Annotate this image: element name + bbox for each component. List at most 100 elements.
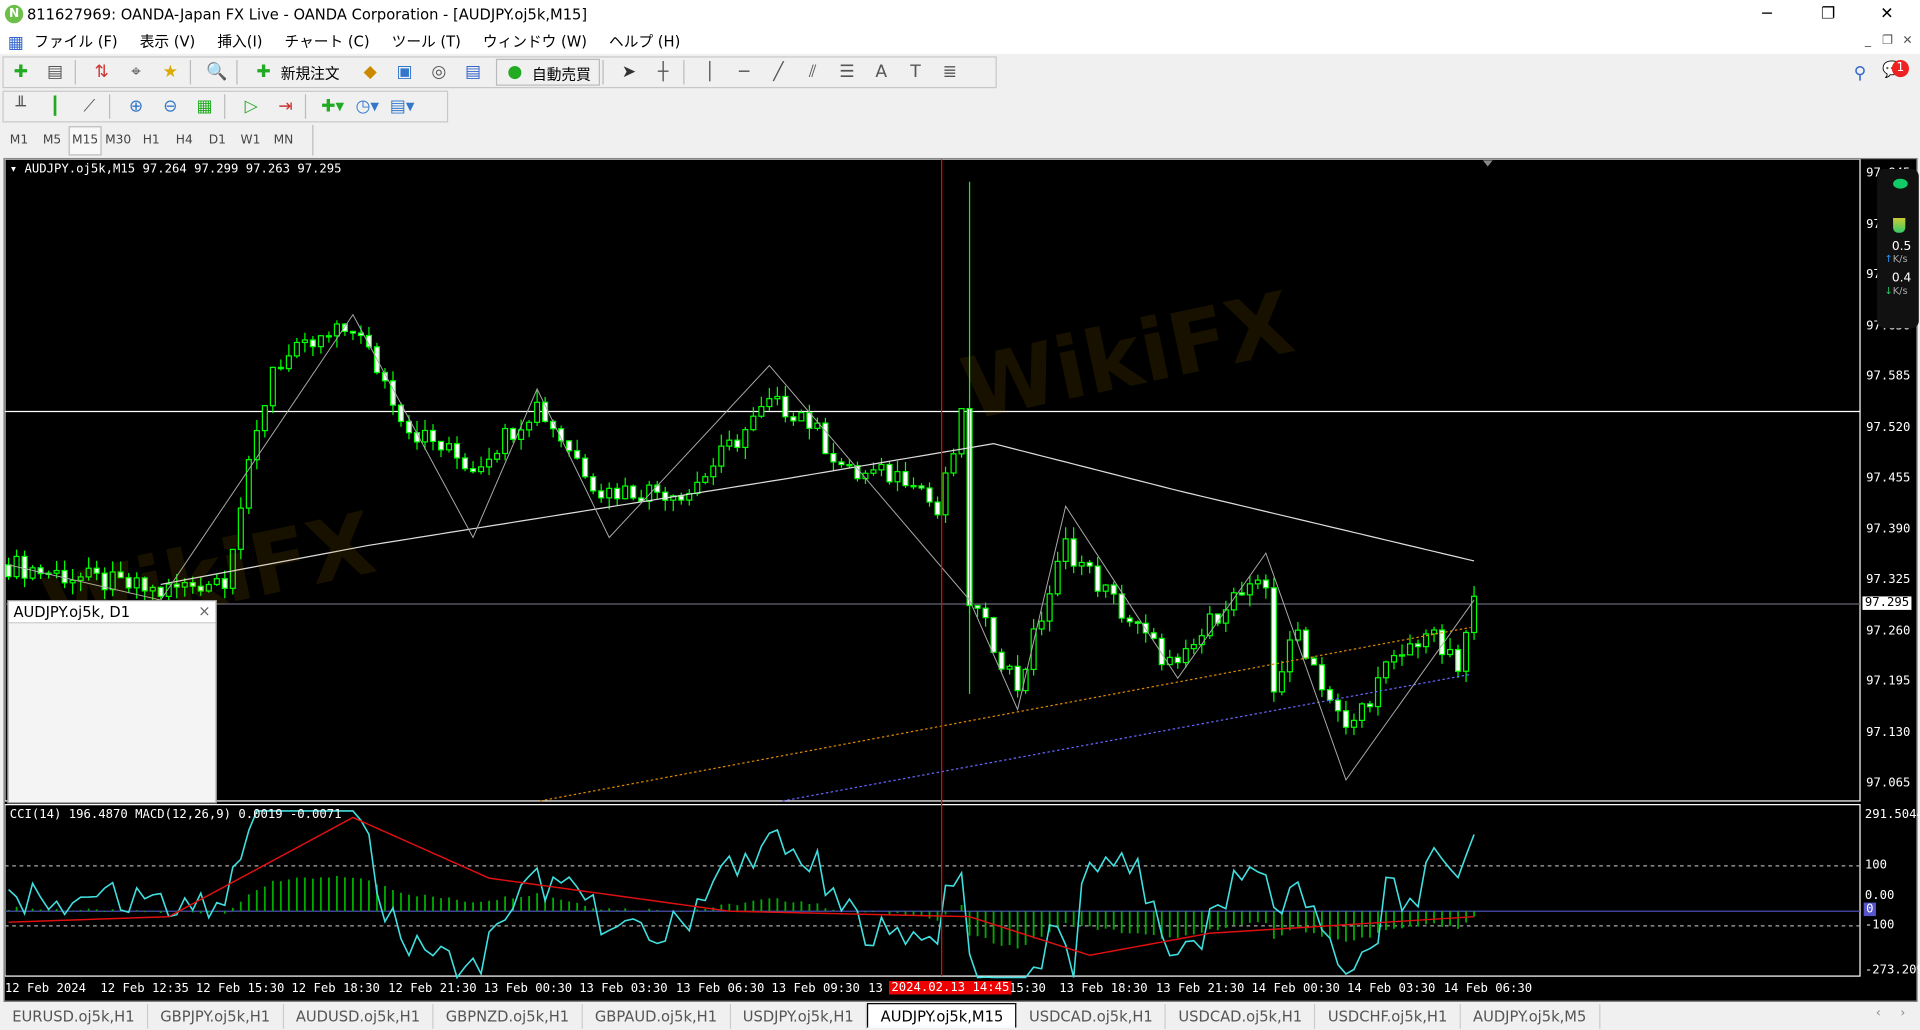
candle-body: [526, 421, 533, 431]
cci-line: [8, 810, 1475, 980]
chart-tab[interactable]: EURUSD.oj5k,H1: [0, 1004, 149, 1029]
child-minimize-button[interactable]: _: [1865, 29, 1871, 53]
chart-shift-icon[interactable]: ⇥: [275, 96, 297, 118]
tile-windows-icon[interactable]: ▦: [194, 96, 216, 118]
timeframe-m30[interactable]: M30: [102, 127, 135, 154]
child-close-button[interactable]: ✕: [1902, 29, 1912, 53]
search-icon[interactable]: ⚲: [1849, 62, 1871, 84]
candle-body: [958, 407, 965, 455]
download-unit: K/s: [1892, 285, 1908, 297]
favorites-icon[interactable]: ★: [159, 61, 181, 83]
candle-body: [1318, 664, 1325, 691]
candle-body: [1262, 579, 1269, 589]
candle-body: [742, 429, 749, 449]
indicators-icon[interactable]: ✚▾: [321, 96, 344, 118]
timeframe-w1[interactable]: W1: [234, 127, 267, 154]
window-title: 811627969: OANDA-Japan FX Live - OANDA C…: [26, 6, 588, 24]
auto-trading-button[interactable]: ● 自動売買: [496, 58, 600, 86]
candle-body: [1022, 668, 1029, 692]
signals-icon[interactable]: ◎: [428, 61, 450, 83]
close-button[interactable]: ✕: [1859, 0, 1915, 29]
status-dot-icon: [1893, 178, 1908, 189]
fibonacci-icon[interactable]: ☰: [836, 61, 858, 83]
candlestick-icon[interactable]: ┃: [44, 96, 66, 118]
chart-tab[interactable]: GBPJPY.oj5k,H1: [148, 1004, 284, 1029]
chart-tab[interactable]: AUDJPY.oj5k,M5: [1461, 1004, 1600, 1029]
cursor-icon[interactable]: ➤: [618, 61, 640, 83]
candle-body: [1382, 661, 1390, 679]
bar-chart-icon[interactable]: ╨: [10, 96, 32, 118]
eraser-icon[interactable]: ◆: [359, 61, 381, 83]
chart-tab[interactable]: GBPAUD.oj5k,H1: [583, 1004, 731, 1029]
templates-icon[interactable]: ▤▾: [390, 96, 415, 118]
trendline-icon[interactable]: ╱: [767, 61, 789, 83]
chart-tab[interactable]: AUDJPY.oj5k,M15: [867, 1003, 1017, 1028]
vertical-line-icon[interactable]: │: [699, 61, 721, 83]
new-order-button[interactable]: ✚ 新規注文: [246, 59, 346, 82]
market-watch-icon[interactable]: ⇅: [91, 61, 113, 83]
text-icon[interactable]: A: [870, 61, 892, 83]
periods-clock-icon[interactable]: ◷▾: [355, 96, 379, 118]
candle-body: [1278, 671, 1285, 693]
tabs-scroll-right[interactable]: ›: [1900, 1007, 1905, 1020]
minimize-button[interactable]: ─: [1739, 0, 1795, 29]
d1-subwindow[interactable]: AUDJPY.oj5k, D1 ×: [7, 600, 217, 804]
menu-item[interactable]: ヘルプ (H): [609, 33, 680, 50]
metaeditor-icon[interactable]: ▤: [462, 61, 484, 83]
equidistant-channel-icon[interactable]: ⫽: [802, 61, 824, 83]
candle-body: [822, 422, 829, 455]
candle-body: [317, 335, 324, 348]
horizontal-line-icon[interactable]: ─: [733, 61, 755, 83]
candle-body: [758, 405, 765, 417]
time-axis-label: 13 Feb 03:30: [579, 982, 668, 996]
menu-item[interactable]: ツール (T): [392, 33, 461, 50]
menu-item[interactable]: ファイル (F): [34, 33, 117, 50]
restore-button[interactable]: ❐: [1800, 0, 1856, 29]
tabs-scroll-left[interactable]: ‹: [1876, 1007, 1881, 1020]
chart-tab[interactable]: GBPNZD.oj5k,H1: [434, 1004, 583, 1029]
timeframe-h1[interactable]: H1: [135, 127, 168, 154]
chart-tab[interactable]: USDCAD.oj5k,H1: [1166, 1004, 1316, 1029]
time-axis-label: 13 Feb 18:30: [1059, 982, 1148, 996]
timeframe-m15[interactable]: M15: [68, 126, 102, 156]
timeframe-m5[interactable]: M5: [36, 127, 69, 154]
timeframe-m1[interactable]: M1: [2, 127, 35, 154]
new-chart-icon[interactable]: ✚: [10, 61, 32, 83]
price-axis-label: 97.325: [1866, 573, 1911, 587]
subwindow-close-button[interactable]: ×: [198, 603, 210, 620]
profiles-icon[interactable]: ▤: [44, 61, 66, 83]
menu-item[interactable]: 表示 (V): [140, 33, 196, 50]
document-icon: ▦: [7, 32, 25, 53]
zoom-out-icon[interactable]: ⊖: [159, 96, 181, 118]
chart-tab[interactable]: USDCHF.oj5k,H1: [1316, 1004, 1461, 1029]
menu-item[interactable]: チャート (C): [285, 33, 370, 50]
candle-body: [333, 323, 340, 337]
candle-body: [934, 501, 941, 516]
menu-item[interactable]: ウィンドウ (W): [483, 33, 587, 50]
zoom-in-icon[interactable]: ⊕: [125, 96, 147, 118]
chart-tab[interactable]: AUDUSD.oj5k,H1: [284, 1004, 434, 1029]
auto-scroll-icon[interactable]: ▷: [240, 96, 262, 118]
menu-item[interactable]: 挿入(I): [217, 33, 262, 50]
text-label-icon[interactable]: T: [905, 61, 927, 83]
candle-body: [1463, 631, 1470, 672]
upload-arrow-icon: ↑: [1884, 253, 1893, 265]
price-axis-label: 97.585: [1866, 369, 1911, 384]
line-chart-icon[interactable]: ⟋: [78, 96, 100, 118]
chart-window[interactable]: ▾ AUDJPY.oj5k,M15 97.264 97.299 97.263 9…: [3, 157, 1920, 1002]
strategy-tester-icon[interactable]: 🔍: [206, 61, 228, 83]
child-restore-button[interactable]: ❐: [1882, 29, 1893, 53]
chart-header: ▾ AUDJPY.oj5k,M15 97.264 97.299 97.263 9…: [9, 162, 342, 177]
chart-tab[interactable]: USDJPY.oj5k,H1: [731, 1004, 868, 1029]
navigator-crosshair-icon[interactable]: ⌖: [125, 61, 147, 83]
timeframe-d1[interactable]: D1: [201, 127, 234, 154]
chart-tab[interactable]: USDCAD.oj5k,H1: [1017, 1004, 1167, 1029]
timeframe-h4[interactable]: H4: [168, 127, 201, 154]
fibo-fan-icon[interactable]: ≣: [939, 61, 961, 83]
candle-body: [566, 440, 573, 452]
candle-body: [1062, 538, 1069, 563]
title-bar: N 811627969: OANDA-Japan FX Live - OANDA…: [0, 0, 1920, 30]
terminal-icon[interactable]: ▣: [394, 61, 416, 83]
crosshair-icon[interactable]: ┼: [652, 61, 674, 83]
timeframe-mn[interactable]: MN: [267, 127, 300, 154]
